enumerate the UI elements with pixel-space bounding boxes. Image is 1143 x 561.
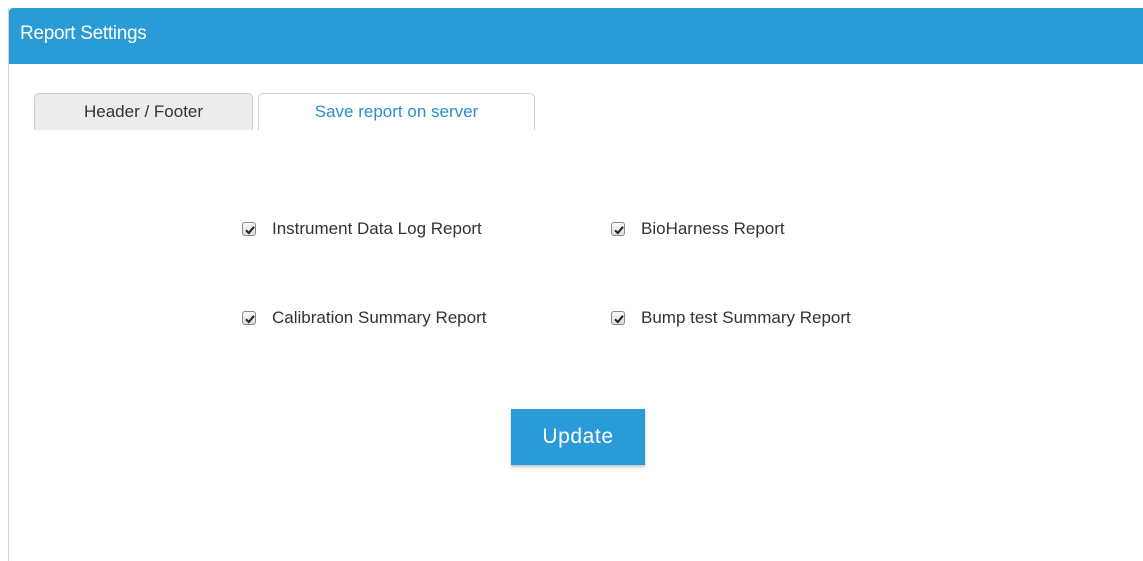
option-label: Calibration Summary Report — [272, 308, 487, 327]
option-label: Instrument Data Log Report — [272, 219, 482, 238]
checkmark-icon — [245, 226, 255, 235]
option-instrument-data-log-report[interactable]: Instrument Data Log Report — [242, 218, 482, 240]
option-bump-test-summary-report[interactable]: Bump test Summary Report — [611, 307, 851, 329]
update-button[interactable]: Update — [511, 409, 645, 465]
option-label: BioHarness Report — [641, 219, 785, 238]
tab-header-footer[interactable]: Header / Footer — [34, 93, 253, 130]
option-bioharness-report[interactable]: BioHarness Report — [611, 218, 785, 240]
option-label: Bump test Summary Report — [641, 308, 851, 327]
option-calibration-summary-report[interactable]: Calibration Summary Report — [242, 307, 486, 329]
report-settings-panel: Report Settings Header / Footer Save rep… — [8, 8, 1143, 561]
checkbox-bioharness-report[interactable] — [611, 222, 625, 236]
checkbox-instrument-data-log-report[interactable] — [242, 222, 256, 236]
checkbox-bump-test-summary-report[interactable] — [611, 311, 625, 325]
checkmark-icon — [245, 315, 255, 324]
checkbox-calibration-summary-report[interactable] — [242, 311, 256, 325]
checkmark-icon — [614, 226, 624, 235]
checkmark-icon — [614, 315, 624, 324]
tab-save-report-on-server[interactable]: Save report on server — [258, 93, 535, 130]
panel-title: Report Settings — [20, 23, 147, 44]
panel-header: Report Settings — [9, 8, 1143, 64]
